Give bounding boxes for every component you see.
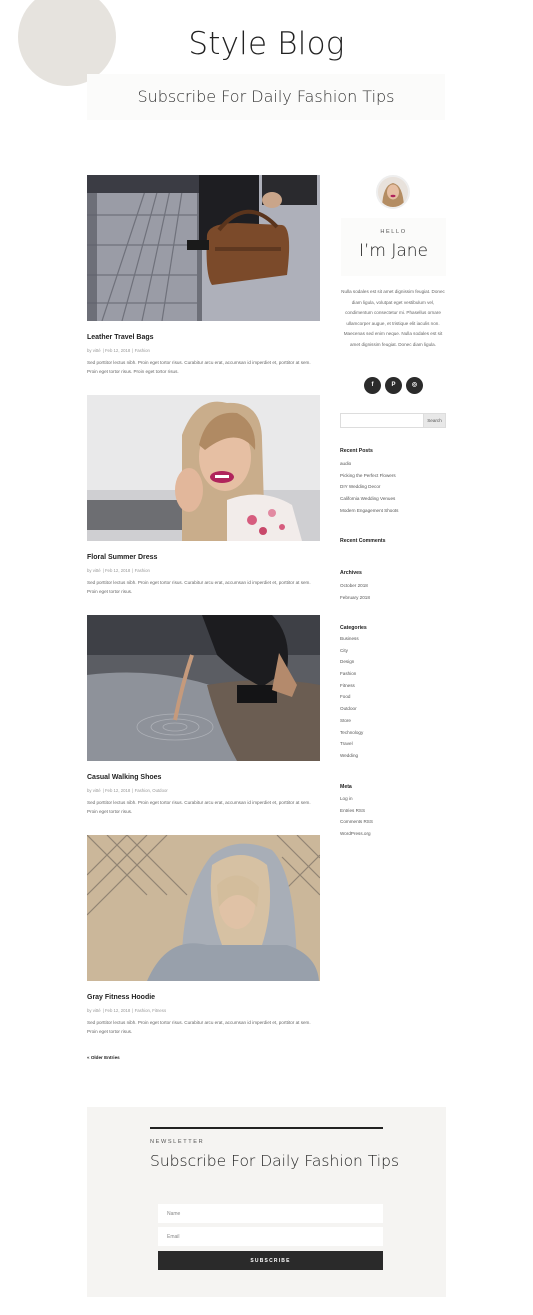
- post-meta: by vitté | Feb 12, 2018 | Fashion, Outdoor: [87, 788, 168, 793]
- post-author[interactable]: by vitté: [87, 788, 101, 793]
- about-bio: Nulla sodales est sit amet dignissim feu…: [341, 289, 445, 347]
- post-date: Feb 12, 2018: [104, 348, 131, 353]
- site-title[interactable]: Style Blog: [0, 26, 533, 62]
- meta-link[interactable]: Log in: [340, 793, 373, 805]
- post-excerpt: Sed porttitor lectus nibh. Proin eget to…: [87, 360, 311, 374]
- post-card: Leather Travel Bags by vitté | Feb 12, 20…: [87, 175, 320, 376]
- subscribe-banner: Subscribe For Daily Fashion Tips: [87, 74, 445, 120]
- category-link[interactable]: Store: [340, 715, 363, 727]
- post-categories[interactable]: Fashion: [135, 348, 150, 353]
- recent-post-link[interactable]: Modern Engagement Shoots: [340, 505, 398, 517]
- archives-list: October 2018 February 2018: [340, 580, 370, 603]
- recent-post-link[interactable]: California Wedding Venues: [340, 493, 398, 505]
- newsletter-name-field[interactable]: [158, 1204, 383, 1223]
- categories-list: Business City Design Fashion Fitness Foo…: [340, 633, 363, 762]
- post-card: Casual Walking Shoes by vitté | Feb 12, 2…: [87, 615, 320, 816]
- post-author[interactable]: by vitté: [87, 568, 101, 573]
- search-form: Search: [340, 413, 446, 428]
- post-thumbnail-leather-bag[interactable]: [87, 175, 320, 321]
- post-categories[interactable]: Fashion: [135, 568, 150, 573]
- meta-title: Meta: [340, 784, 352, 790]
- post-card: Gray Fitness Hoodie by vitté | Feb 12, 20…: [87, 835, 320, 1036]
- category-link[interactable]: Technology: [340, 727, 363, 739]
- post-excerpt: Sed porttitor lectus nibh. Proin eget to…: [87, 1020, 311, 1034]
- post-title[interactable]: Gray Fitness Hoodie: [87, 994, 320, 1001]
- hello-label: HELLO: [380, 229, 407, 235]
- category-link[interactable]: Food: [340, 691, 363, 703]
- meta-link[interactable]: WordPress.org: [340, 828, 373, 840]
- category-link[interactable]: Fitness: [340, 680, 363, 692]
- post-title[interactable]: Floral Summer Dress: [87, 554, 320, 561]
- category-link[interactable]: City: [340, 645, 363, 657]
- post-meta: by vitté | Feb 12, 2018 | Fashion: [87, 568, 150, 573]
- post-date: Feb 12, 2018: [104, 1008, 131, 1013]
- newsletter-label: NEWSLETTER: [150, 1139, 205, 1145]
- categories-title: Categories: [340, 625, 367, 631]
- search-button[interactable]: Search: [423, 413, 446, 428]
- category-link[interactable]: Business: [340, 633, 363, 645]
- social-links: f P ◎: [364, 377, 423, 394]
- post-thumbnail-walking-shoes[interactable]: [87, 615, 320, 761]
- facebook-icon[interactable]: f: [364, 377, 381, 394]
- archives-title: Archives: [340, 570, 362, 576]
- post-author[interactable]: by vitté: [87, 1008, 101, 1013]
- category-link[interactable]: Travel: [340, 738, 363, 750]
- post-meta: by vitté | Feb 12, 2018 | Fashion, Fitness: [87, 1008, 167, 1013]
- meta-link[interactable]: Entries RSS: [340, 805, 373, 817]
- post-card: Floral Summer Dress by vitté | Feb 12, 20…: [87, 395, 320, 596]
- post-thumbnail-floral-dress[interactable]: [87, 395, 320, 541]
- recent-post-link[interactable]: DIY Wedding Decor: [340, 481, 398, 493]
- recent-posts-title: Recent Posts: [340, 448, 373, 454]
- recent-post-link[interactable]: audio: [340, 458, 398, 470]
- post-categories[interactable]: Fashion, Outdoor: [135, 788, 168, 793]
- recent-post-link[interactable]: Picking the Perfect Flowers: [340, 470, 398, 482]
- recent-posts-list: audio Picking the Perfect Flowers DIY We…: [340, 458, 398, 516]
- archive-link[interactable]: February 2018: [340, 592, 370, 604]
- post-excerpt: Sed porttitor lectus nibh. Proin eget to…: [87, 800, 311, 814]
- older-entries-link[interactable]: « Older Entries: [87, 1055, 120, 1060]
- post-date: Feb 12, 2018: [104, 568, 131, 573]
- post-author[interactable]: by vitté: [87, 348, 101, 353]
- newsletter-title: Subscribe For Daily Fashion Tips: [150, 1152, 400, 1170]
- archive-link[interactable]: October 2018: [340, 580, 370, 592]
- newsletter-divider: [150, 1127, 383, 1129]
- post-date: Feb 12, 2018: [104, 788, 131, 793]
- post-thumbnail-fitness-hoodie[interactable]: [87, 835, 320, 981]
- post-title[interactable]: Leather Travel Bags: [87, 334, 320, 341]
- category-link[interactable]: Design: [340, 656, 363, 668]
- category-link[interactable]: Outdoor: [340, 703, 363, 715]
- pinterest-icon[interactable]: P: [385, 377, 402, 394]
- category-link[interactable]: Fashion: [340, 668, 363, 680]
- post-excerpt: Sed porttitor lectus nibh. Proin eget to…: [87, 580, 311, 594]
- meta-list: Log in Entries RSS Comments RSS WordPres…: [340, 793, 373, 840]
- post-meta: by vitté | Feb 12, 2018 | Fashion: [87, 348, 150, 353]
- meta-link[interactable]: Comments RSS: [340, 816, 373, 828]
- about-name: I’m Jane: [358, 241, 429, 261]
- category-link[interactable]: Wedding: [340, 750, 363, 762]
- about-box: HELLO I’m Jane: [341, 218, 446, 276]
- subscribe-button[interactable]: SUBSCRIBE: [158, 1251, 383, 1270]
- post-categories[interactable]: Fashion, Fitness: [135, 1008, 167, 1013]
- instagram-icon[interactable]: ◎: [406, 377, 423, 394]
- post-title[interactable]: Casual Walking Shoes: [87, 774, 320, 781]
- search-input[interactable]: [340, 413, 423, 428]
- recent-comments-title: Recent Comments: [340, 538, 386, 544]
- newsletter-email-field[interactable]: [158, 1227, 383, 1246]
- avatar: [376, 175, 410, 209]
